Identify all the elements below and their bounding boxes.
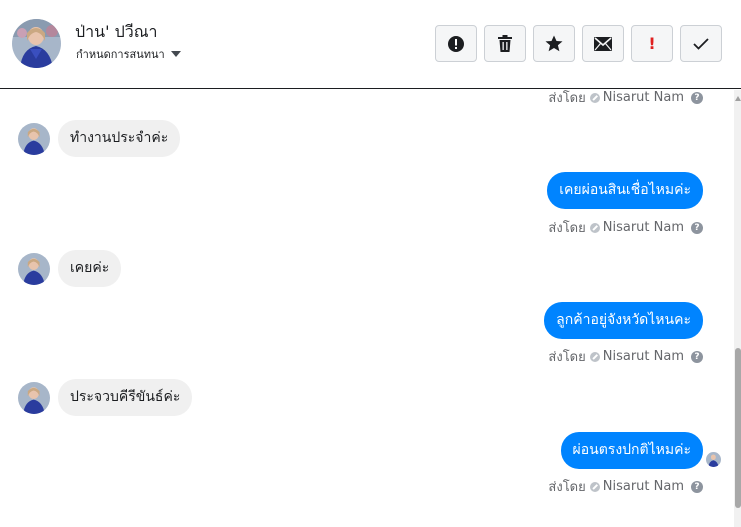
help-icon[interactable]: ? xyxy=(691,91,703,104)
exclamation-icon: ! xyxy=(648,34,656,53)
conversation-label-dropdown[interactable]: กำหนดการสนทนา xyxy=(76,45,181,63)
message-bubble: ทำงานประจำค่ะ xyxy=(58,120,181,157)
sent-by-label: ส่งโดย xyxy=(548,221,586,236)
message-bubble: ประจวบคีรีขันธ์ค่ะ xyxy=(58,379,193,416)
contact-avatar-small xyxy=(18,122,50,155)
star-button[interactable] xyxy=(533,25,575,62)
star-icon xyxy=(545,35,563,52)
sent-by-row: ส่งโดย Nisarut Nam ? xyxy=(548,476,703,497)
contact-avatar-small xyxy=(18,381,50,414)
outgoing-message: ผ่อนตรงปกติไหมค่ะ xyxy=(560,432,703,469)
message-bubble: เคยผ่อนสินเชื่อไหมค่ะ xyxy=(547,172,703,209)
help-icon[interactable]: ? xyxy=(691,350,703,363)
outgoing-message: ลูกค้าอยู่จังหวัดไหนคะ xyxy=(544,302,703,339)
message-bubble: ผ่อนตรงปกติไหมค่ะ xyxy=(560,432,703,469)
sender-name: Nisarut Nam xyxy=(602,349,684,364)
scroll-up-arrow-icon[interactable] xyxy=(735,96,741,101)
sent-by-label: ส่งโดย xyxy=(548,480,586,495)
seen-avatar xyxy=(706,452,721,467)
contact-avatar[interactable] xyxy=(12,19,61,68)
conversation-window: ป่าน' ปวีณา กำหนดการสนทนา ! ส่งโดย Nisar… xyxy=(0,0,741,527)
sent-by-row: ส่งโดย Nisarut Nam ? xyxy=(548,217,703,238)
messages-scrollbar[interactable] xyxy=(734,90,741,527)
sent-by-row: ส่งโดย Nisarut Nam ? xyxy=(548,346,703,367)
sent-by-label: ส่งโดย xyxy=(548,91,586,106)
message-bubble: เคยค่ะ xyxy=(58,250,122,287)
help-icon[interactable]: ? xyxy=(691,221,703,234)
sent-icon xyxy=(589,92,600,103)
mark-spam-button[interactable] xyxy=(435,25,477,62)
incoming-message: เคยค่ะ xyxy=(18,250,122,287)
sent-by-label: ส่งโดย xyxy=(548,350,586,365)
sender-name: Nisarut Nam xyxy=(602,479,684,494)
mark-done-button[interactable] xyxy=(680,25,722,62)
sender-name: Nisarut Nam xyxy=(602,220,684,235)
incoming-message: ทำงานประจำค่ะ xyxy=(18,120,181,157)
sent-icon xyxy=(589,351,600,362)
checkmark-icon xyxy=(693,37,709,50)
sent-icon xyxy=(589,481,600,492)
sent-icon xyxy=(589,222,600,233)
outgoing-message: เคยผ่อนสินเชื่อไหมค่ะ xyxy=(547,172,703,209)
action-toolbar: ! xyxy=(435,25,722,62)
scrollbar-thumb[interactable] xyxy=(735,348,741,508)
sent-by-row: ส่งโดย Nisarut Nam ? xyxy=(548,87,703,108)
contact-avatar-small xyxy=(18,252,50,285)
conversation-label-text: กำหนดการสนทนา xyxy=(76,48,165,61)
trash-icon xyxy=(497,35,513,52)
caret-down-icon xyxy=(170,51,181,57)
alert-circle-icon xyxy=(447,35,465,53)
incoming-message: ประจวบคีรีขันธ์ค่ะ xyxy=(18,379,193,416)
help-icon[interactable]: ? xyxy=(691,480,703,493)
sender-name: Nisarut Nam xyxy=(602,90,684,105)
mark-urgent-button[interactable]: ! xyxy=(631,25,673,62)
conversation-header: ป่าน' ปวีณา กำหนดการสนทนา ! xyxy=(0,0,741,89)
contact-name: ป่าน' ปวีณา xyxy=(75,22,158,41)
envelope-icon xyxy=(594,36,612,51)
message-bubble: ลูกค้าอยู่จังหวัดไหนคะ xyxy=(544,302,703,339)
delete-button[interactable] xyxy=(484,25,526,62)
mark-unread-button[interactable] xyxy=(582,25,624,62)
